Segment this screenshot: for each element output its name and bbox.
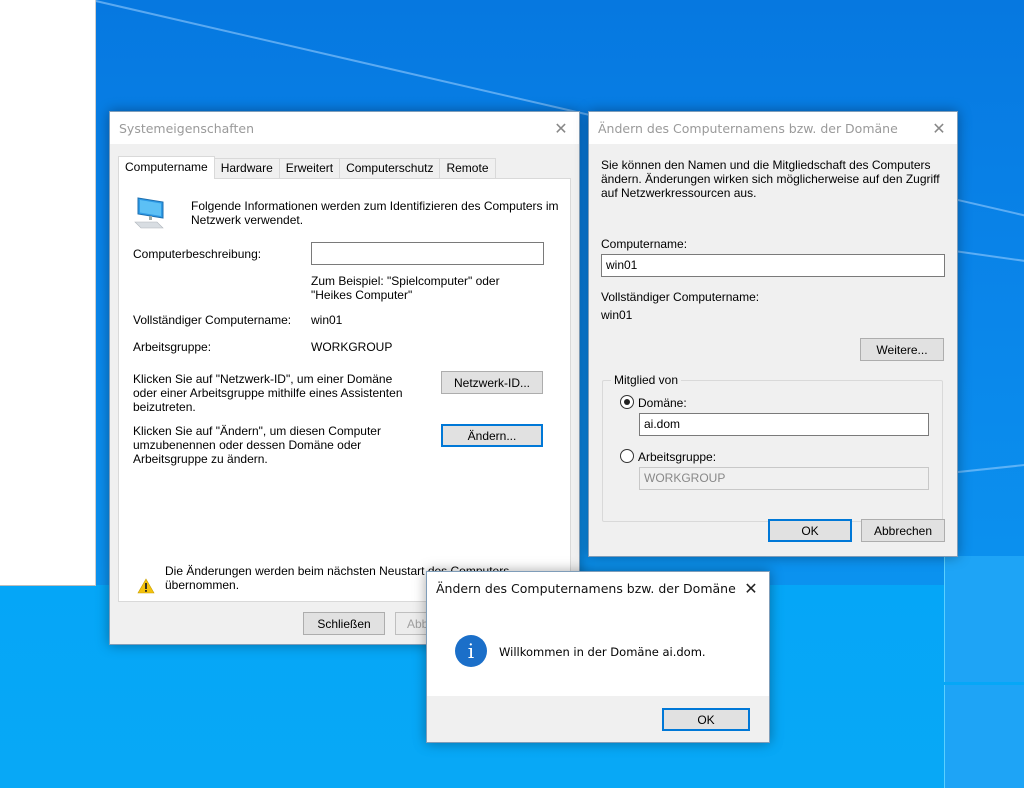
workgroup-label: Arbeitsgruppe: [133, 340, 212, 354]
window-title: Systemeigenschaften [119, 120, 254, 136]
computer-monitor-icon [134, 197, 164, 229]
member-of-groupbox: Mitglied von Domäne: ai.dom Arbeitsgrupp… [602, 373, 943, 522]
full-computer-name-label: Vollständiger Computername: [601, 290, 760, 304]
workgroup-value: WORKGROUP [311, 340, 393, 354]
workgroup-input[interactable]: WORKGROUP [639, 467, 929, 490]
change-text: Klicken Sie auf "Ändern", um diesen Comp… [133, 424, 381, 466]
system-properties-titlebar[interactable]: Systemeigenschaften ✕ [110, 112, 579, 144]
computername-tab-panel: Folgende Informationen werden zum Identi… [118, 178, 571, 602]
ok-button[interactable]: OK [768, 519, 852, 542]
network-id-text: Klicken Sie auf "Netzwerk-ID", um einer … [133, 372, 403, 414]
computer-description-label: Computerbeschreibung: [133, 247, 262, 261]
computer-name-input[interactable]: win01 [601, 254, 945, 277]
full-computer-name-value: win01 [311, 313, 343, 327]
close-icon[interactable]: ✕ [921, 112, 957, 144]
message-box-footer: OK [427, 696, 769, 742]
welcome-message: Willkommen in der Domäne ai.dom. [499, 645, 706, 659]
warning-icon [137, 578, 155, 594]
full-computer-name-value: win01 [601, 308, 633, 322]
welcome-message-box: Ändern des Computernamens bzw. der Domän… [426, 571, 770, 743]
domain-radio[interactable] [620, 395, 634, 409]
wallpaper-window-pane [944, 556, 1024, 682]
change-button[interactable]: Ändern... [441, 424, 543, 447]
ok-button[interactable]: OK [662, 708, 750, 731]
tab-erweitert[interactable]: Erweitert [278, 158, 341, 178]
tab-computername[interactable]: Computername [118, 156, 215, 179]
network-id-button[interactable]: Netzwerk-ID... [441, 371, 543, 394]
wallpaper-window-pane [944, 685, 1024, 788]
change-computer-name-dialog: Ändern des Computernamens bzw. der Domän… [588, 111, 958, 557]
domain-label: Domäne: [638, 396, 687, 410]
tab-hardware[interactable]: Hardware [213, 158, 280, 178]
message-box-titlebar[interactable]: Ändern des Computernamens bzw. der Domän… [427, 572, 769, 604]
more-button[interactable]: Weitere... [860, 338, 944, 361]
workgroup-label: Arbeitsgruppe: [638, 450, 717, 464]
tab-bar: Computername Hardware Erweitert Computer… [118, 156, 496, 179]
change-dialog-titlebar[interactable]: Ändern des Computernamens bzw. der Domän… [589, 112, 957, 144]
change-dialog-intro-text: Sie können den Namen und die Mitgliedsch… [601, 158, 940, 200]
system-properties-window: Systemeigenschaften ✕ Computername Hardw… [109, 111, 580, 645]
domain-input[interactable]: ai.dom [639, 413, 929, 436]
description-hint-line1: Zum Beispiel: "Spielcomputer" oder [311, 274, 500, 288]
close-icon[interactable]: ✕ [733, 572, 769, 604]
close-icon[interactable]: ✕ [543, 112, 579, 144]
info-icon: i [455, 635, 487, 667]
intro-text: Folgende Informationen werden zum Identi… [191, 199, 559, 227]
member-of-label: Mitglied von [611, 373, 682, 387]
full-computer-name-label: Vollständiger Computername: [133, 313, 292, 327]
window-title: Ändern des Computernamens bzw. der Domän… [436, 580, 736, 596]
computer-name-label: Computername: [601, 237, 688, 251]
workgroup-radio[interactable] [620, 449, 634, 463]
background-window[interactable] [0, 0, 96, 586]
computer-description-input[interactable] [311, 242, 544, 265]
tab-remote[interactable]: Remote [439, 158, 496, 178]
cancel-button[interactable]: Abbrechen [861, 519, 945, 542]
close-button[interactable]: Schließen [303, 612, 385, 635]
description-hint-line2: "Heikes Computer" [311, 288, 413, 302]
window-title: Ändern des Computernamens bzw. der Domän… [598, 120, 898, 136]
tab-computerschutz[interactable]: Computerschutz [339, 158, 441, 178]
